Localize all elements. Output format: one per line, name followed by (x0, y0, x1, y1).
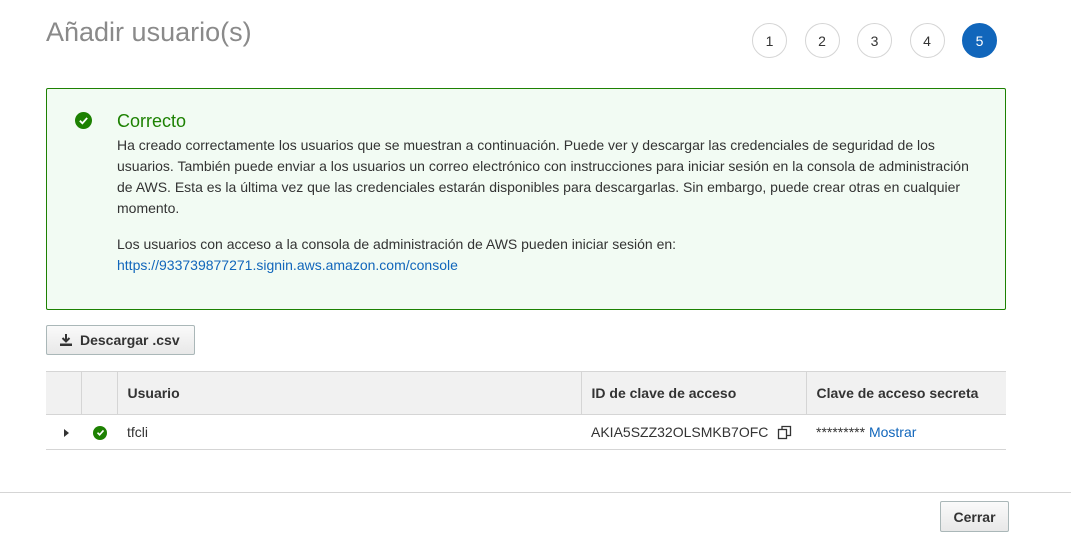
alert-body: Ha creado correctamente los usuarios que… (117, 135, 987, 291)
expand-cell[interactable] (46, 414, 81, 450)
user-cell: tfcli (117, 414, 581, 450)
copy-icon[interactable] (777, 425, 792, 440)
step-5: 5 (962, 23, 997, 58)
secret-key-cell: ********* Mostrar (806, 414, 1006, 450)
step-4: 4 (909, 23, 945, 58)
access-key-id: AKIA5SZZ32OLSMKB7OFC (591, 424, 769, 440)
close-button[interactable]: Cerrar (940, 501, 1009, 532)
status-cell (81, 414, 117, 450)
step-2: 2 (804, 23, 840, 58)
header-access-key-id: ID de clave de acceso (580, 371, 806, 415)
header-status (80, 371, 117, 415)
success-alert: Correcto Ha creado correctamente los usu… (46, 88, 1006, 310)
caret-right-icon[interactable] (64, 429, 69, 437)
step-1: 1 (752, 23, 787, 58)
header-secret-key: Clave de acceso secreta (805, 371, 1006, 415)
page-title: Añadir usuario(s) (46, 17, 252, 47)
header-expand (46, 371, 81, 415)
header-user: Usuario (116, 371, 581, 415)
users-table: Usuario ID de clave de acceso Clave de a… (46, 371, 1006, 450)
check-circle-icon (75, 112, 92, 129)
check-circle-icon (93, 425, 107, 440)
show-secret-link[interactable]: Mostrar (869, 424, 916, 440)
wizard-steps: 1 2 3 4 5 (752, 23, 1015, 58)
alert-signin-text: Los usuarios con acceso a la consola de … (117, 236, 677, 252)
download-csv-button[interactable]: Descargar .csv (46, 325, 195, 355)
footer-divider (0, 492, 1071, 493)
console-signin-link[interactable]: https://933739877271.signin.aws.amazon.c… (117, 257, 458, 273)
alert-title: Correcto (117, 111, 187, 131)
download-csv-label: Descargar .csv (80, 332, 180, 348)
table-row: tfcli AKIA5SZZ32OLSMKB7OFC ********* Mos… (46, 414, 1006, 450)
access-key-cell: AKIA5SZZ32OLSMKB7OFC (581, 414, 806, 450)
alert-message: Ha creado correctamente los usuarios que… (117, 137, 969, 216)
step-3: 3 (857, 23, 892, 58)
download-icon (59, 333, 73, 347)
secret-key-mask: ********* (816, 424, 866, 440)
